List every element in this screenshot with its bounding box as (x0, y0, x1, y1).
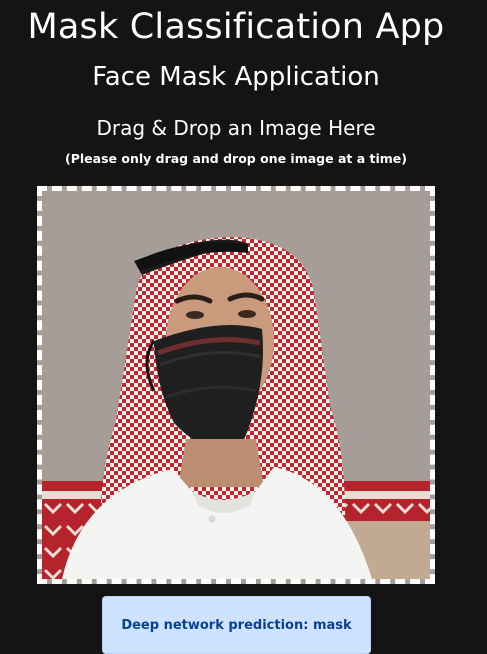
dropzone-heading: Drag & Drop an Image Here (96, 116, 376, 140)
app-title: Mask Classification App (27, 7, 445, 47)
dropzone-instructions: (Please only drag and drop one image at … (65, 151, 407, 166)
prediction-result: Deep network prediction: mask (102, 596, 371, 654)
uploaded-photo (42, 191, 430, 579)
image-dropzone[interactable] (37, 186, 435, 584)
app-subtitle: Face Mask Application (92, 62, 380, 92)
